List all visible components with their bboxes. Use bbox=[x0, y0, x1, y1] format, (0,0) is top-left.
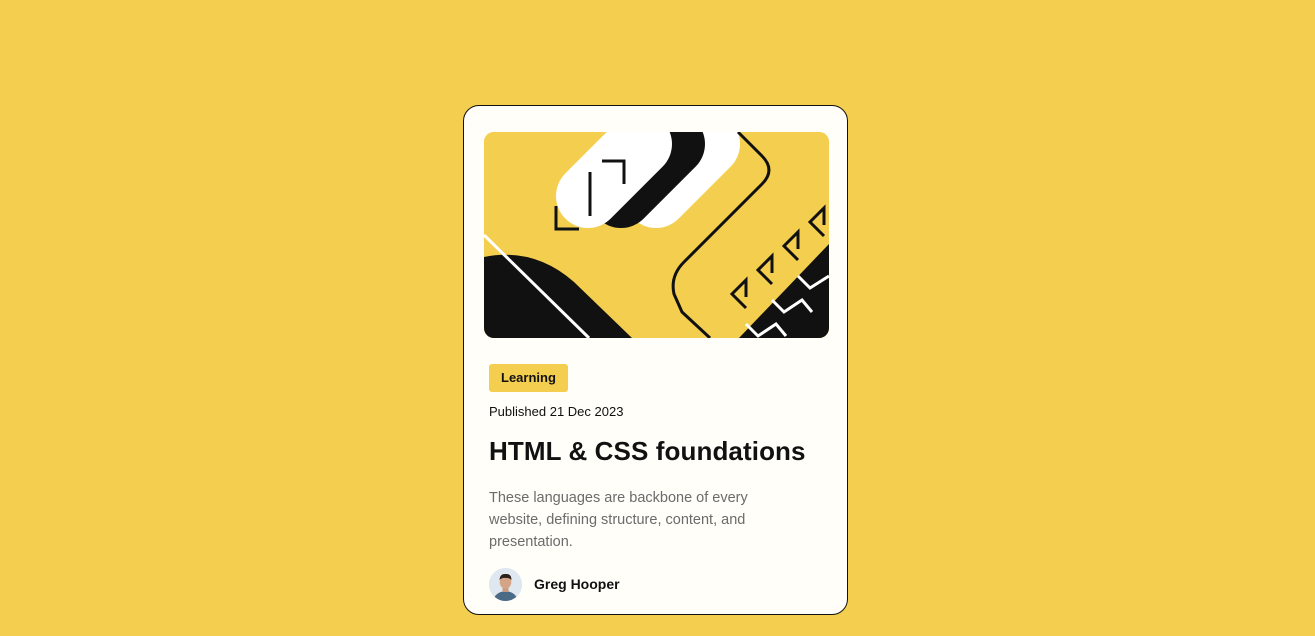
hero-illustration bbox=[484, 132, 829, 338]
category-tag[interactable]: Learning bbox=[489, 364, 568, 392]
author-name: Greg Hooper bbox=[534, 576, 620, 592]
card-title[interactable]: HTML & CSS foundations bbox=[489, 436, 806, 467]
abstract-illustration-icon bbox=[484, 132, 829, 338]
card-description: These languages are backbone of every we… bbox=[489, 490, 748, 550]
published-date: Published 21 Dec 2023 bbox=[489, 404, 624, 419]
person-avatar-icon bbox=[489, 567, 522, 601]
author: Greg Hooper bbox=[489, 567, 620, 601]
blog-preview-card[interactable]: Learning Published 21 Dec 2023 HTML & CS… bbox=[463, 105, 848, 615]
page: { "card": { "tag": "Learning", "publishe… bbox=[0, 0, 1315, 636]
